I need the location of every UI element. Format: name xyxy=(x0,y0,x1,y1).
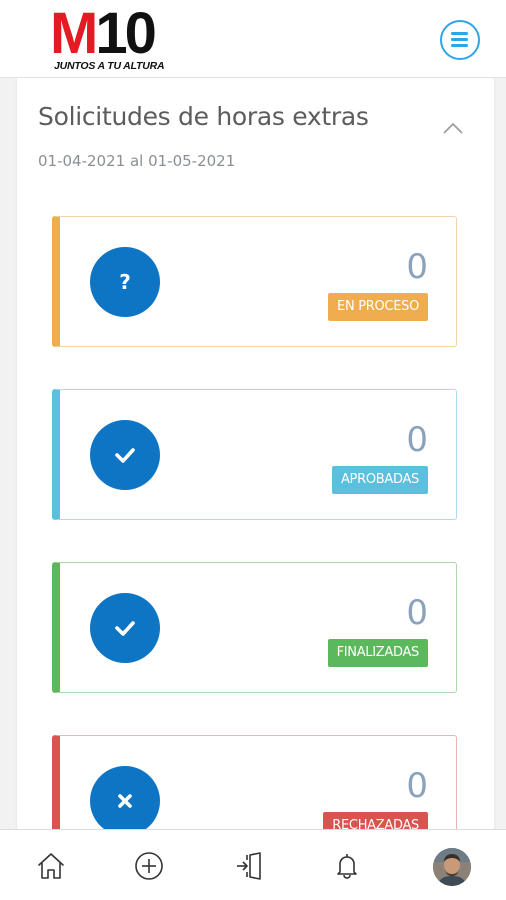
close-icon xyxy=(118,794,132,808)
bottom-navigation xyxy=(0,829,506,900)
home-icon xyxy=(38,853,64,879)
panel-title: Solicitudes de horas extras xyxy=(38,102,369,131)
nav-exit-button[interactable] xyxy=(231,848,267,884)
plus-circle-icon xyxy=(135,852,163,880)
status-count: 0 xyxy=(406,766,428,806)
overtime-summary-panel: Solicitudes de horas extras 01-04-2021 a… xyxy=(17,78,494,866)
collapse-button[interactable] xyxy=(441,118,465,138)
status-badge: FINALIZADAS xyxy=(327,639,428,667)
status-card-finalizadas[interactable]: 0 FINALIZADAS xyxy=(52,562,457,693)
status-count: 0 xyxy=(406,593,428,633)
avatar-photo xyxy=(433,848,471,886)
status-icon-circle xyxy=(90,766,160,836)
hamburger-icon xyxy=(451,32,468,35)
nav-add-button[interactable] xyxy=(131,848,167,884)
status-icon-circle: ? xyxy=(90,247,160,317)
logo-letter: M xyxy=(50,1,98,66)
user-avatar[interactable] xyxy=(433,848,471,886)
top-header: M10 JUNTOS A TU ALTURA xyxy=(0,0,506,78)
logo-number: 10 xyxy=(95,1,156,66)
door-exit-icon xyxy=(237,852,261,880)
status-badge: EN PROCESO xyxy=(328,293,428,321)
status-count: 0 xyxy=(406,420,428,460)
nav-home-button[interactable] xyxy=(33,848,69,884)
hamburger-menu-button[interactable] xyxy=(440,20,480,60)
status-badge: APROBADAS xyxy=(331,466,428,494)
status-icon-circle xyxy=(90,420,160,490)
status-icon-circle xyxy=(90,593,160,663)
status-card-aprobadas[interactable]: 0 APROBADAS xyxy=(52,389,457,520)
m10-logo[interactable]: M10 JUNTOS A TU ALTURA xyxy=(50,5,190,74)
check-icon xyxy=(115,448,135,463)
nav-notifications-button[interactable] xyxy=(329,848,365,884)
status-card-en-proceso[interactable]: ? 0 EN PROCESO xyxy=(52,216,457,347)
logo-tagline: JUNTOS A TU ALTURA xyxy=(54,60,165,72)
check-icon xyxy=(115,621,135,636)
question-icon: ? xyxy=(119,270,131,294)
status-count: 0 xyxy=(406,247,428,287)
date-range: 01-04-2021 al 01-05-2021 xyxy=(38,152,236,170)
chevron-up-icon xyxy=(443,122,463,134)
bell-icon xyxy=(337,854,357,879)
